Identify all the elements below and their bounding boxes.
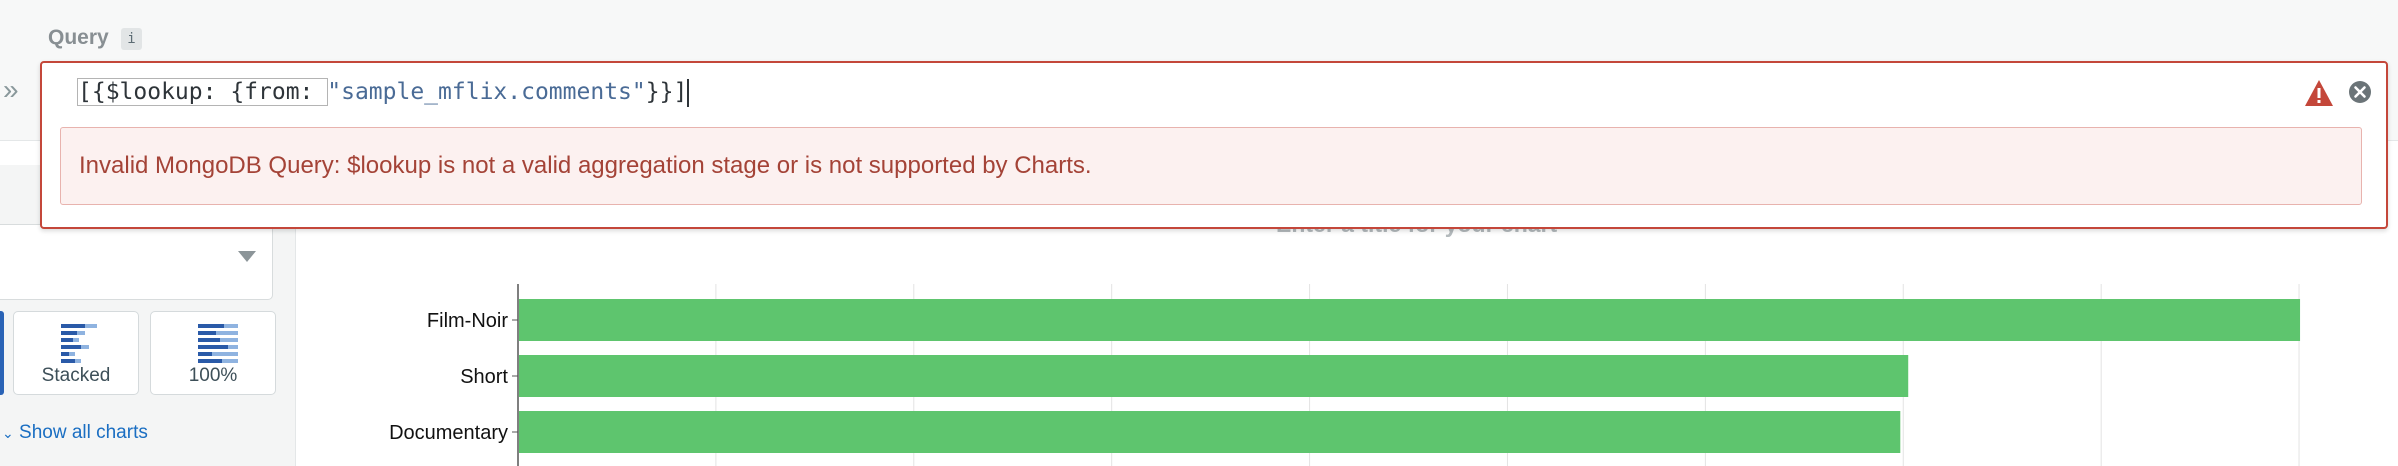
percent-bar-icon <box>198 324 238 363</box>
query-error-popover: [{$lookup: {from: "sample_mflix.comments… <box>40 61 2388 229</box>
error-message-text: Invalid MongoDB Query: $lookup is not a … <box>79 152 1092 179</box>
show-all-charts-link[interactable]: ⌄ Show all charts <box>2 422 148 444</box>
chevron-down-icon <box>238 251 256 262</box>
category-label-short: Short <box>460 366 508 388</box>
variant-100-percent-button[interactable]: 100% <box>150 311 276 395</box>
variant-stacked-label: Stacked <box>41 365 111 386</box>
error-message-box: Invalid MongoDB Query: $lookup is not a … <box>60 127 2362 205</box>
chevron-down-small-icon: ⌄ <box>2 425 14 441</box>
stacked-bar-icon <box>61 324 97 363</box>
bar-short[interactable] <box>519 355 1909 397</box>
clear-query-icon[interactable] <box>2348 80 2372 104</box>
category-label-film-noir: Film-Noir <box>427 310 508 332</box>
text-caret <box>687 78 690 107</box>
info-icon[interactable]: i <box>121 28 142 50</box>
chart-type-select[interactable] <box>0 224 273 300</box>
variant-stacked-button[interactable]: Stacked <box>13 311 139 395</box>
selected-variant-indicator[interactable] <box>0 311 4 395</box>
bar-documentary[interactable] <box>519 411 1901 453</box>
collapse-panel-icon[interactable]: » <box>3 76 19 104</box>
query-text-prefix: [{$lookup: {from: <box>76 78 329 106</box>
category-label-documentary: Documentary <box>389 422 508 444</box>
query-text-suffix: }}] <box>645 79 688 105</box>
warning-icon <box>2305 80 2333 106</box>
bar-film-noir[interactable] <box>519 299 2301 341</box>
variant-100-percent-label: 100% <box>188 365 238 386</box>
query-input[interactable]: [{$lookup: {from: "sample_mflix.comments… <box>76 76 690 108</box>
chart-category-labels: Film-Noir Short Documentary <box>389 310 518 444</box>
show-all-charts-label: Show all charts <box>19 422 148 443</box>
query-label: Query <box>48 26 109 49</box>
chart-bars <box>519 299 2301 453</box>
query-text-string: "sample_mflix.comments" <box>327 79 646 105</box>
bar-chart: Film-Noir Short Documentary <box>389 284 2301 466</box>
